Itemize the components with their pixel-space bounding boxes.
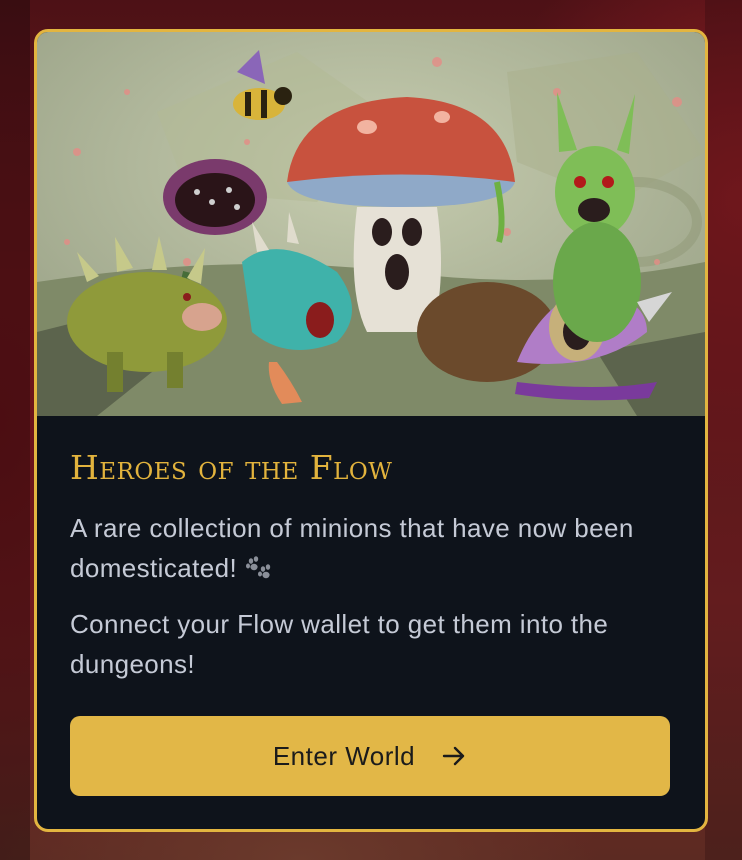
wallet-instructions: Connect your Flow wallet to get them int… [70, 609, 609, 680]
collection-description: A rare collection of minions that have n… [70, 508, 672, 588]
arrow-right-icon [442, 747, 465, 766]
card-title: Heroes of the Flow [70, 448, 393, 487]
collection-card: Heroes of the Flow A rare collection of … [34, 29, 708, 832]
paw-prints-icon [245, 556, 270, 579]
card-content: Heroes of the Flow A rare collection of … [37, 416, 705, 797]
enter-world-button[interactable]: Enter World [70, 716, 670, 797]
enter-world-label: Enter World [272, 740, 416, 771]
collection-description-text: A rare collection of minions that have n… [70, 513, 634, 584]
monster-collection-artwork [37, 32, 705, 416]
